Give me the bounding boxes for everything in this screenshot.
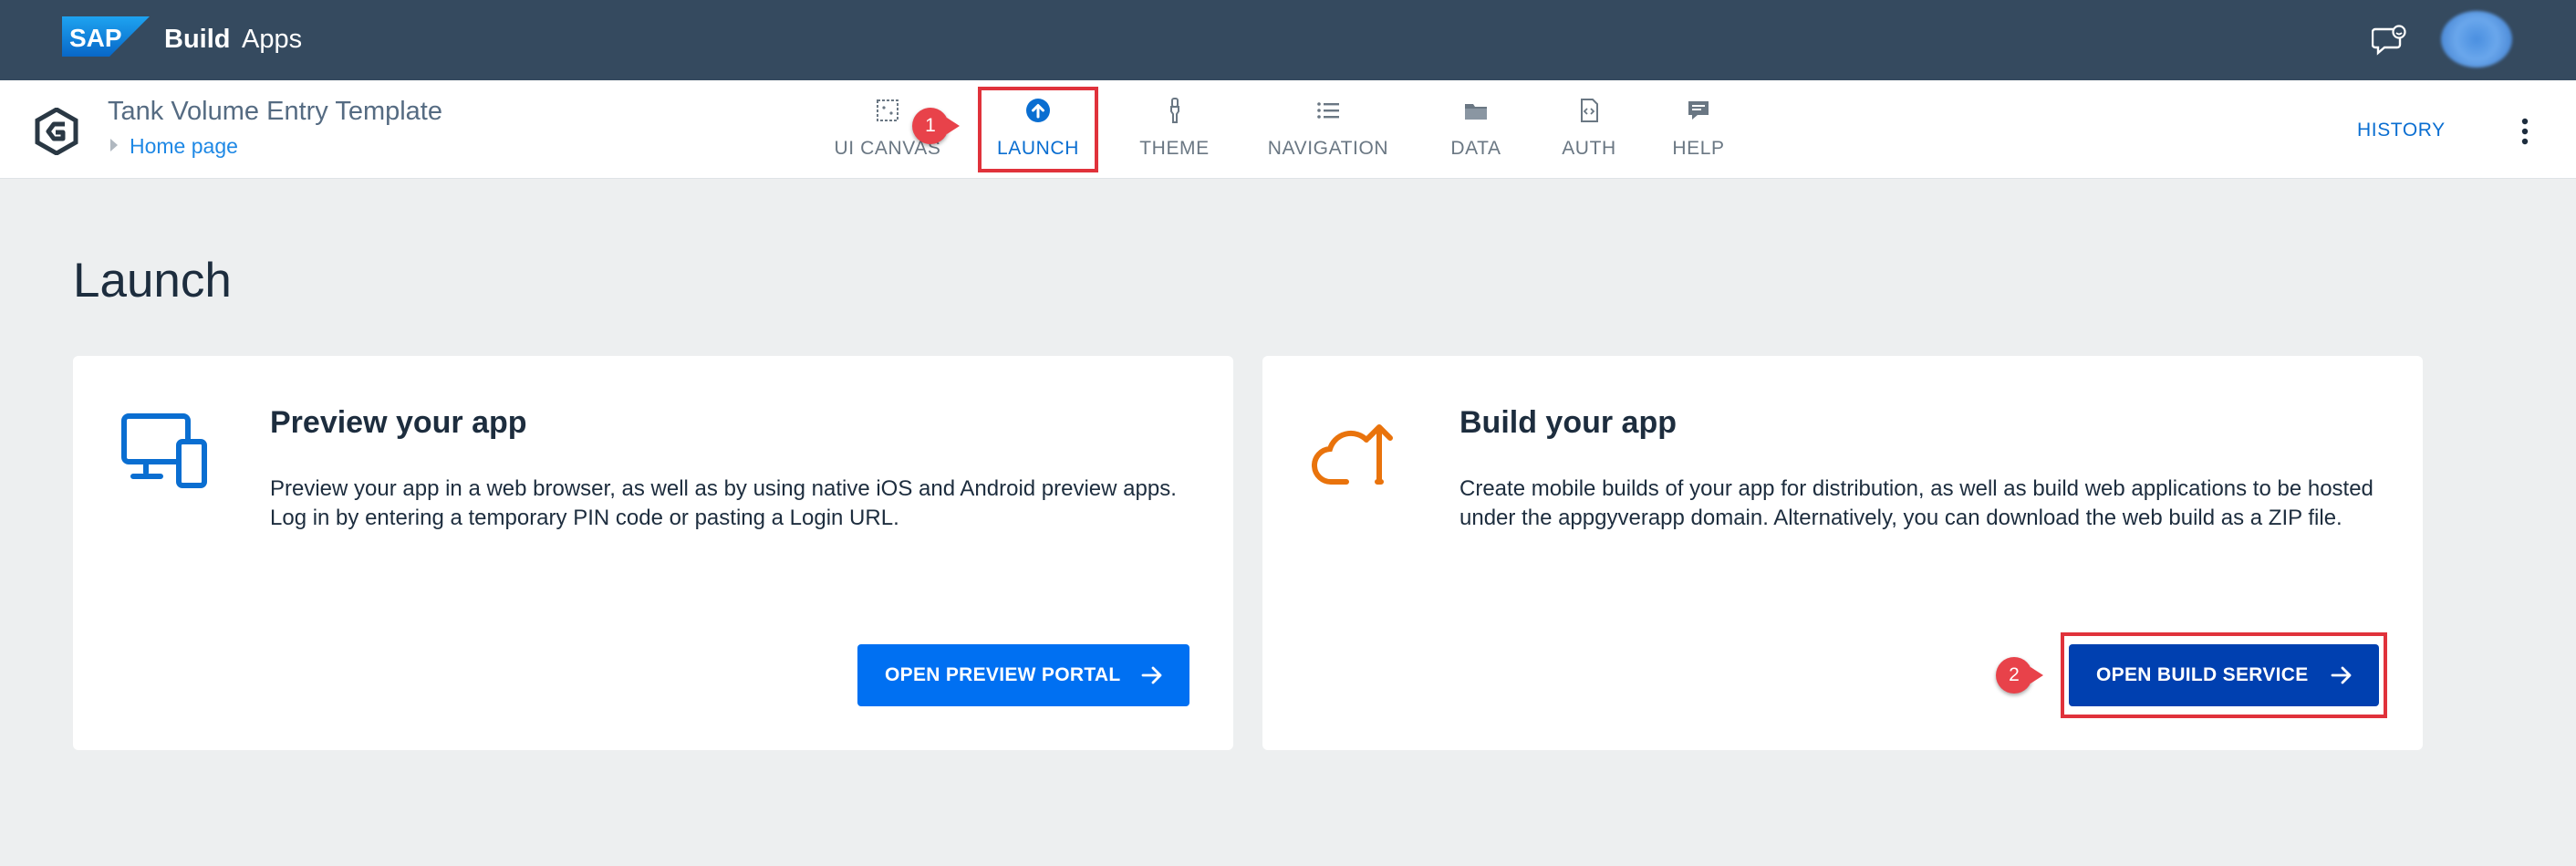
- app-logo-icon[interactable]: [33, 108, 80, 155]
- tab-label: AUTH: [1562, 138, 1616, 159]
- tab-label: DATA: [1450, 138, 1501, 159]
- preview-app-card: Preview your app Preview your app in a w…: [73, 356, 1233, 750]
- tab-auth[interactable]: AUTH: [1545, 89, 1633, 172]
- code-file-icon: [1581, 99, 1598, 122]
- app-title: Tank Volume Entry Template: [108, 97, 442, 126]
- user-avatar[interactable]: [2441, 11, 2512, 68]
- shell-bar: SAP Build Apps: [0, 0, 2576, 80]
- cloud-upload-icon: [1311, 424, 1393, 485]
- history-button[interactable]: HISTORY: [2357, 119, 2446, 142]
- feedback-icon[interactable]: [2372, 24, 2408, 57]
- brush-icon: [1169, 98, 1179, 123]
- build-heading: Build your app: [1459, 405, 1677, 440]
- breadcrumb-arrow-icon: [110, 139, 118, 151]
- callout-badge-2: 2: [1996, 657, 2032, 694]
- product-apps-label: Apps: [242, 25, 303, 54]
- chat-icon: [1688, 101, 1709, 120]
- tab-label: HELP: [1672, 138, 1725, 159]
- canvas-icon: [877, 99, 898, 121]
- open-preview-portal-button[interactable]: OPEN PREVIEW PORTAL: [857, 644, 1189, 706]
- breadcrumb-home-page[interactable]: Home page: [130, 133, 238, 159]
- preview-heading: Preview your app: [270, 405, 527, 440]
- tab-theme[interactable]: THEME: [1122, 89, 1227, 172]
- arrow-right-icon: [1141, 666, 1162, 684]
- callout-tail-2: [2031, 667, 2043, 683]
- callout-tail-1: [947, 118, 960, 134]
- devices-icon: [121, 413, 207, 488]
- callout-highlight-launch: [978, 87, 1098, 172]
- product-build-label: Build: [164, 25, 231, 54]
- preview-description: Preview your app in a web browser, as we…: [270, 476, 1177, 530]
- callout-badge-1: 1: [912, 108, 949, 144]
- tab-navigation[interactable]: NAVIGATION: [1250, 89, 1407, 172]
- tab-help[interactable]: HELP: [1655, 89, 1742, 172]
- sap-logo-text: SAP: [69, 24, 122, 52]
- open-preview-portal-label: OPEN PREVIEW PORTAL: [885, 664, 1121, 685]
- tab-data[interactable]: DATA: [1430, 89, 1522, 172]
- folder-icon: [1465, 104, 1487, 120]
- build-description: Create mobile builds of your app for dis…: [1459, 476, 2373, 530]
- callout-highlight-build-service: [2061, 632, 2387, 718]
- tab-label: NAVIGATION: [1267, 138, 1389, 159]
- list-icon: [1317, 102, 1339, 119]
- more-options-icon[interactable]: [2514, 113, 2536, 150]
- page-title: Launch: [73, 254, 232, 308]
- tab-label: THEME: [1139, 138, 1210, 159]
- sap-logo[interactable]: SAP: [62, 16, 150, 57]
